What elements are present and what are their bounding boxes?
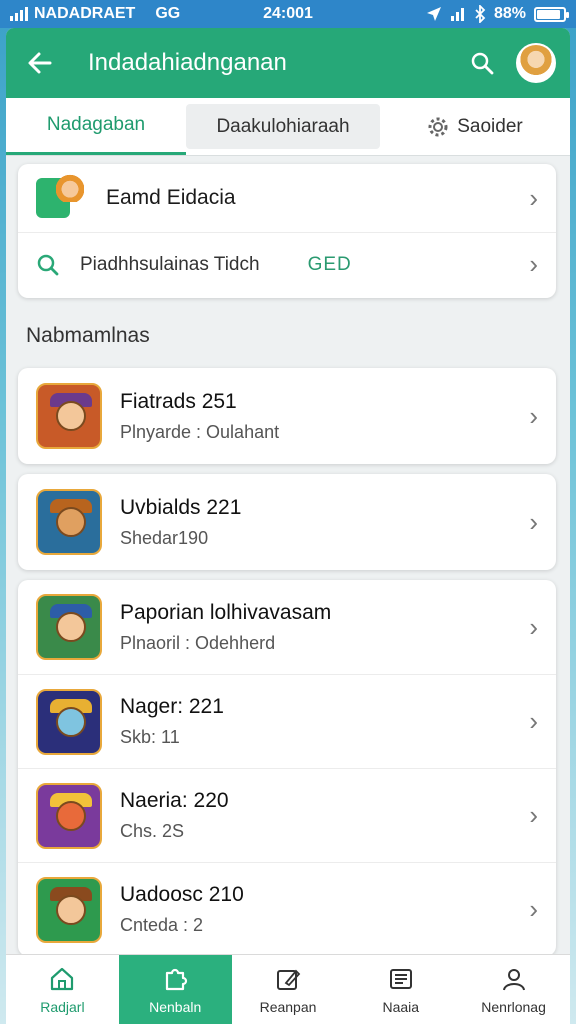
- avatar[interactable]: [516, 43, 556, 83]
- bluetooth-icon: [475, 5, 486, 23]
- tab-bar: Nadagaban Daakulohiaraah Saoider: [6, 98, 570, 156]
- location-icon: [426, 7, 441, 21]
- game-thumbnail-icon: [36, 876, 102, 943]
- row-title: Piadhhsulainas Tidch: [80, 253, 260, 275]
- quick-actions-card: Eamd Eidacia › Piadhhsulainas Tidch GED …: [18, 164, 556, 298]
- home-icon: [51, 967, 74, 990]
- nav-label: Reanpan: [259, 998, 317, 1015]
- edit-icon: [276, 969, 301, 990]
- nav-item-reanpan[interactable]: Reanpan: [232, 955, 345, 1024]
- list-item-piadh[interactable]: Piadhhsulainas Tidch GED ›: [18, 232, 556, 296]
- list-item[interactable]: Paporian lolhivavasam Plnaoril : Odehher…: [18, 580, 556, 674]
- signal-icon: [10, 7, 28, 21]
- nav-label: Nenrlonag: [481, 998, 546, 1015]
- app-bar: Indadahiadnganan: [6, 28, 570, 98]
- user-icon: [502, 968, 525, 990]
- row-title: Eamd Eidacia: [106, 186, 236, 209]
- chevron-right-icon: ›: [529, 611, 538, 642]
- game-thumbnail-icon: [36, 383, 102, 449]
- game-card: Fiatrads 251 Plnyarde : Oulahant ›: [18, 368, 556, 464]
- tab-nadagaban[interactable]: Nadagaban: [6, 98, 186, 155]
- list-item[interactable]: Naeria: 220 Chs. 2S ›: [18, 768, 556, 862]
- gear-icon: [428, 117, 448, 136]
- status-badge: GED: [307, 253, 352, 275]
- chevron-right-icon: ›: [529, 706, 538, 736]
- page-title: Indadahiadnganan: [88, 49, 287, 76]
- game-title: Uvbialds 221: [120, 495, 242, 519]
- news-icon: [389, 968, 412, 989]
- battery-fill: [537, 9, 560, 19]
- search-icon[interactable]: [462, 43, 502, 83]
- chevron-right-icon: ›: [529, 894, 538, 924]
- game-title: Naeria: 220: [120, 789, 229, 812]
- game-title: Uadoosc 210: [120, 883, 244, 906]
- battery-percent: 88%: [493, 5, 526, 22]
- list-item[interactable]: Fiatrads 251 Plnyarde : Oulahant ›: [18, 368, 556, 464]
- cellular-icon: [450, 8, 464, 21]
- game-title: Fiatrads 251: [120, 389, 237, 413]
- game-subtitle: Plnaoril : Odehherd: [120, 632, 276, 653]
- nav-item-nenrlonag[interactable]: Nenrlonag: [457, 955, 570, 1024]
- app-window: Indadahiadnganan Nadagaban Daakulohiaraa…: [6, 28, 570, 1024]
- chevron-right-icon: ›: [529, 800, 538, 830]
- list-item[interactable]: Uadoosc 210 Cnteda : 2 ›: [18, 862, 556, 956]
- magnifier-icon: [37, 254, 59, 275]
- game-subtitle: Cnteda : 2: [120, 915, 204, 935]
- network-label: GG: [155, 5, 181, 22]
- game-subtitle: Chs. 2S: [120, 821, 185, 841]
- game-subtitle: Shedar190: [120, 527, 209, 548]
- nav-item-home[interactable]: Radjarl: [6, 955, 119, 1024]
- nav-item-naaia[interactable]: Naaia: [344, 955, 457, 1024]
- game-thumbnail-icon: [36, 782, 102, 849]
- status-bar: NADADRAET GG 24:001 88%: [0, 0, 576, 28]
- section-heading: Nabmamlnas: [26, 324, 150, 347]
- nav-item-nenbaln[interactable]: Nenbaln: [118, 955, 232, 1024]
- game-thumbnail-icon: [36, 594, 102, 660]
- chat-icon: [36, 170, 84, 218]
- status-right: 88%: [426, 5, 569, 23]
- game-subtitle: Plnyarde : Oulahant: [120, 421, 280, 442]
- game-title: Nager: 221: [120, 695, 224, 718]
- list-item[interactable]: Nager: 221 Skb: 11 ›: [18, 674, 556, 768]
- nav-label: Naaia: [382, 998, 420, 1015]
- chevron-right-icon: ›: [529, 182, 538, 213]
- game-list-card: Paporian lolhivavasam Plnaoril : Odehher…: [18, 580, 556, 956]
- game-thumbnail-icon: [36, 489, 102, 555]
- nav-label: Radjarl: [40, 998, 85, 1015]
- game-title: Paporian lolhivavasam: [120, 600, 332, 624]
- bottom-nav: Radjarl Nenbaln Reanpan Naaia Nenrlonag: [6, 954, 570, 1024]
- game-card: Uvbialds 221 Shedar190 ›: [18, 474, 556, 570]
- tab-settings[interactable]: Saoider: [380, 98, 570, 155]
- back-arrow-icon[interactable]: [20, 43, 60, 83]
- carrier-label: NADADRAET: [34, 5, 136, 22]
- game-subtitle: Skb: 11: [120, 727, 180, 747]
- list-item-eamd[interactable]: Eamd Eidacia ›: [18, 164, 556, 232]
- chevron-right-icon: ›: [529, 400, 538, 431]
- nav-label: Nenbaln: [149, 998, 202, 1015]
- chevron-right-icon: ›: [529, 249, 538, 279]
- list-item[interactable]: Uvbialds 221 Shedar190 ›: [18, 474, 556, 570]
- battery-icon: [534, 6, 569, 22]
- game-thumbnail-icon: [36, 688, 102, 755]
- chevron-right-icon: ›: [529, 506, 538, 537]
- puzzle-icon: [166, 968, 188, 990]
- tab-daakulohiaraah[interactable]: Daakulohiaraah: [186, 104, 380, 149]
- tab-settings-label: Saoider: [457, 115, 523, 137]
- status-left: NADADRAET GG: [10, 5, 180, 23]
